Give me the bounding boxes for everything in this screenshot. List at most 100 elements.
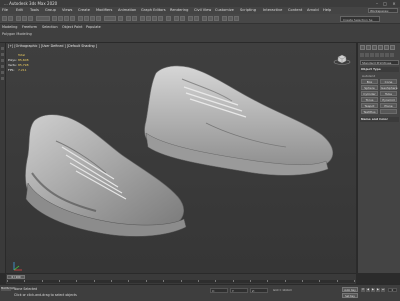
menu-create[interactable]: Create bbox=[78, 7, 90, 14]
select-manipulate-icon[interactable] bbox=[126, 15, 131, 21]
move-icon[interactable] bbox=[78, 15, 83, 21]
mirror-icon[interactable] bbox=[174, 15, 179, 21]
auto-key-button[interactable]: Auto Key bbox=[342, 287, 358, 292]
box-button[interactable]: Box bbox=[361, 79, 378, 84]
maximize-button[interactable]: □ bbox=[382, 1, 388, 6]
minimize-button[interactable]: – bbox=[374, 1, 380, 6]
menu-graph-editors[interactable]: Graph Editors bbox=[141, 7, 166, 14]
menu-rendering[interactable]: Rendering bbox=[170, 7, 188, 14]
geometry-icon[interactable] bbox=[360, 53, 364, 57]
go-to-end-icon[interactable]: ⏭ bbox=[381, 288, 385, 292]
name-and-color-rollout[interactable]: Name and Color bbox=[360, 117, 399, 122]
scale-icon[interactable] bbox=[90, 15, 95, 21]
time-slider[interactable]: 0 / 100 bbox=[7, 275, 25, 279]
rectangular-selection-icon[interactable] bbox=[64, 15, 69, 21]
undo-icon[interactable] bbox=[2, 15, 7, 21]
viewport-label[interactable]: [+] [Orthographic ] [User Defined ] [Def… bbox=[8, 44, 97, 48]
motion-tab-icon[interactable] bbox=[378, 45, 383, 50]
set-key-button[interactable]: Set Key bbox=[342, 293, 358, 298]
display-lights-icon[interactable] bbox=[1, 71, 4, 74]
play-icon[interactable]: ▶ bbox=[371, 288, 375, 292]
menu-tools[interactable]: Tools bbox=[30, 7, 39, 14]
menu-interactive[interactable]: Interactive bbox=[263, 7, 282, 14]
y-coordinate-field[interactable]: Y: bbox=[230, 288, 248, 293]
autogrid-checkbox[interactable]: AutoGrid bbox=[362, 74, 375, 78]
angle-snap-icon[interactable] bbox=[146, 15, 151, 21]
pivot-center-icon[interactable] bbox=[118, 15, 123, 21]
next-frame-icon[interactable]: ▶ bbox=[376, 288, 380, 292]
viewcube-icon[interactable] bbox=[333, 53, 351, 65]
ribbon-tab-modeling[interactable]: Modeling bbox=[2, 25, 17, 29]
render-setup-icon[interactable] bbox=[222, 15, 227, 21]
hierarchy-tab-icon[interactable] bbox=[372, 45, 377, 50]
select-object-icon[interactable] bbox=[52, 15, 57, 21]
menu-modifiers[interactable]: Modifiers bbox=[96, 7, 112, 14]
edit-named-selection-icon[interactable] bbox=[166, 15, 171, 21]
systems-icon[interactable] bbox=[390, 53, 394, 57]
z-coordinate-field[interactable]: Z: bbox=[250, 288, 268, 293]
toggle-ribbon-icon[interactable] bbox=[194, 15, 199, 21]
ribbon-tab-populate[interactable]: Populate bbox=[86, 25, 101, 29]
display-tab-icon[interactable] bbox=[384, 45, 389, 50]
menu-customize[interactable]: Customize bbox=[215, 7, 234, 14]
rotate-icon[interactable] bbox=[84, 15, 89, 21]
close-button[interactable]: × bbox=[391, 1, 397, 6]
menu-content[interactable]: Content bbox=[288, 7, 302, 14]
shapes-icon[interactable] bbox=[365, 53, 369, 57]
menu-edit[interactable]: Edit bbox=[16, 7, 23, 14]
menu-help[interactable]: Help bbox=[323, 7, 331, 14]
current-frame-field[interactable]: 0 bbox=[388, 288, 397, 292]
viewport[interactable]: [+] [Orthographic ] [User Defined ] [Def… bbox=[6, 43, 356, 273]
selection-filter-dropdown[interactable] bbox=[36, 15, 50, 21]
object-type-rollout[interactable]: Object Type bbox=[360, 67, 399, 72]
menu-arnold[interactable]: Arnold bbox=[307, 7, 319, 14]
empty-button[interactable] bbox=[380, 109, 397, 114]
display-geometry-icon[interactable] bbox=[1, 59, 4, 62]
cameras-icon[interactable] bbox=[375, 53, 379, 57]
ribbon-tab-selection[interactable]: Selection bbox=[42, 25, 58, 29]
cone-button[interactable]: Cone bbox=[380, 79, 397, 84]
shoe-model-render[interactable] bbox=[6, 43, 356, 273]
torus-button[interactable]: Torus bbox=[361, 97, 378, 102]
scene-explorer-icon[interactable] bbox=[1, 47, 4, 50]
display-cameras-icon[interactable] bbox=[1, 77, 4, 80]
space-warps-icon[interactable] bbox=[385, 53, 389, 57]
percent-snap-icon[interactable] bbox=[152, 15, 157, 21]
pyramid-button[interactable]: Pyramid bbox=[380, 97, 397, 102]
schematic-view-icon[interactable] bbox=[208, 15, 213, 21]
window-crossing-icon[interactable] bbox=[70, 15, 75, 21]
spinner-snap-icon[interactable] bbox=[158, 15, 163, 21]
rendered-frame-window-icon[interactable] bbox=[228, 15, 233, 21]
redo-icon[interactable] bbox=[8, 15, 13, 21]
plane-button[interactable]: Plane bbox=[380, 103, 397, 108]
link-icon[interactable] bbox=[16, 15, 21, 21]
primitive-type-dropdown[interactable]: Standard Primitives bbox=[360, 60, 399, 65]
ribbon-tab-freeform[interactable]: Freeform bbox=[22, 25, 37, 29]
helpers-icon[interactable] bbox=[380, 53, 384, 57]
render-production-icon[interactable] bbox=[234, 15, 239, 21]
tube-button[interactable]: Tube bbox=[380, 91, 397, 96]
selection-set-dropdown[interactable]: Create Selection Se bbox=[340, 15, 380, 22]
select-by-name-icon[interactable] bbox=[58, 15, 63, 21]
menu-views[interactable]: Views bbox=[62, 7, 72, 14]
bind-space-warp-icon[interactable] bbox=[28, 15, 33, 21]
cylinder-button[interactable]: Cylinder bbox=[361, 91, 378, 96]
menu-civil-view[interactable]: Civil View bbox=[194, 7, 211, 14]
maxscript-listener-button[interactable]: MAXScript bbox=[1, 287, 14, 291]
display-shapes-icon[interactable] bbox=[1, 65, 4, 68]
unlink-icon[interactable] bbox=[22, 15, 27, 21]
reference-coordinate-dropdown[interactable] bbox=[104, 15, 116, 21]
textplus-button[interactable]: TextPlus bbox=[361, 109, 378, 114]
display-none-icon[interactable] bbox=[1, 53, 4, 56]
geosphere-button[interactable]: GeoSphere bbox=[380, 85, 398, 90]
workspaces-dropdown[interactable]: Workspaces: Default bbox=[368, 8, 398, 18]
menu-group[interactable]: Group bbox=[45, 7, 56, 14]
ribbon-tab-object-paint[interactable]: Object Paint bbox=[62, 25, 83, 29]
previous-frame-icon[interactable]: ◀ bbox=[366, 288, 370, 292]
layer-explorer-icon[interactable] bbox=[188, 15, 193, 21]
utilities-tab-icon[interactable] bbox=[390, 45, 395, 50]
create-tab-icon[interactable] bbox=[360, 45, 365, 50]
align-icon[interactable] bbox=[180, 15, 185, 21]
lights-icon[interactable] bbox=[370, 53, 374, 57]
placement-icon[interactable] bbox=[96, 15, 101, 21]
